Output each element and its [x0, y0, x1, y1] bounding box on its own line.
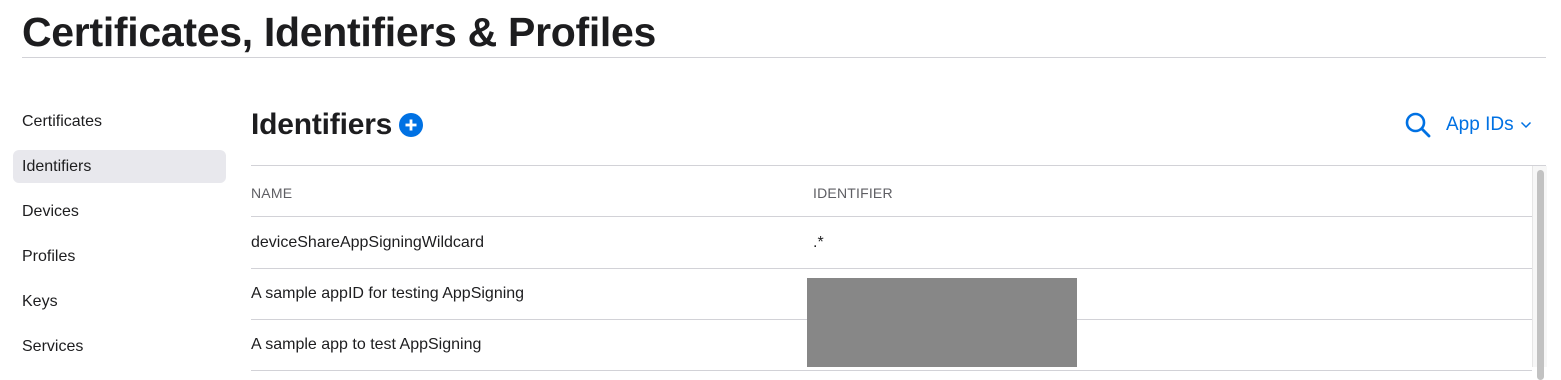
plus-circle-icon [405, 119, 417, 131]
section-header: Identifiers [251, 104, 424, 146]
page-title: Certificates, Identifiers & Profiles [22, 9, 657, 55]
sidebar-item-services[interactable]: Services [13, 330, 226, 363]
redacted-identifier-block [807, 278, 1077, 367]
search-button[interactable] [1404, 111, 1432, 139]
row-identifier: .* [813, 234, 824, 251]
search-icon [1405, 112, 1431, 138]
table-row[interactable]: deviceShareAppSigningWildcard .* [251, 217, 1532, 269]
row-name: deviceShareAppSigningWildcard [251, 234, 485, 251]
sidebar-nav: Certificates Identifiers Devices Profile… [13, 105, 226, 375]
chevron-down-icon [1520, 121, 1532, 129]
sidebar-item-profiles[interactable]: Profiles [13, 240, 226, 273]
sidebar-item-certificates[interactable]: Certificates [13, 105, 226, 138]
sidebar-item-keys[interactable]: Keys [13, 285, 226, 318]
row-name: A sample app to test AppSigning [251, 336, 482, 353]
sidebar-item-identifiers[interactable]: Identifiers [13, 150, 226, 183]
row-name: A sample appID for testing AppSigning [251, 285, 525, 302]
sidebar-item-devices[interactable]: Devices [13, 195, 226, 228]
table-scrollbar[interactable] [1532, 166, 1547, 380]
section-title: Identifiers [251, 108, 393, 141]
filter-label: App IDs [1446, 114, 1514, 135]
column-header-identifier[interactable]: IDENTIFIER [813, 185, 893, 201]
column-header-name[interactable]: NAME [251, 185, 292, 201]
scrollbar-thumb[interactable] [1537, 170, 1544, 380]
identifier-type-filter[interactable]: App IDs [1446, 111, 1532, 139]
add-identifier-button[interactable] [399, 113, 424, 137]
title-divider [22, 57, 1546, 58]
